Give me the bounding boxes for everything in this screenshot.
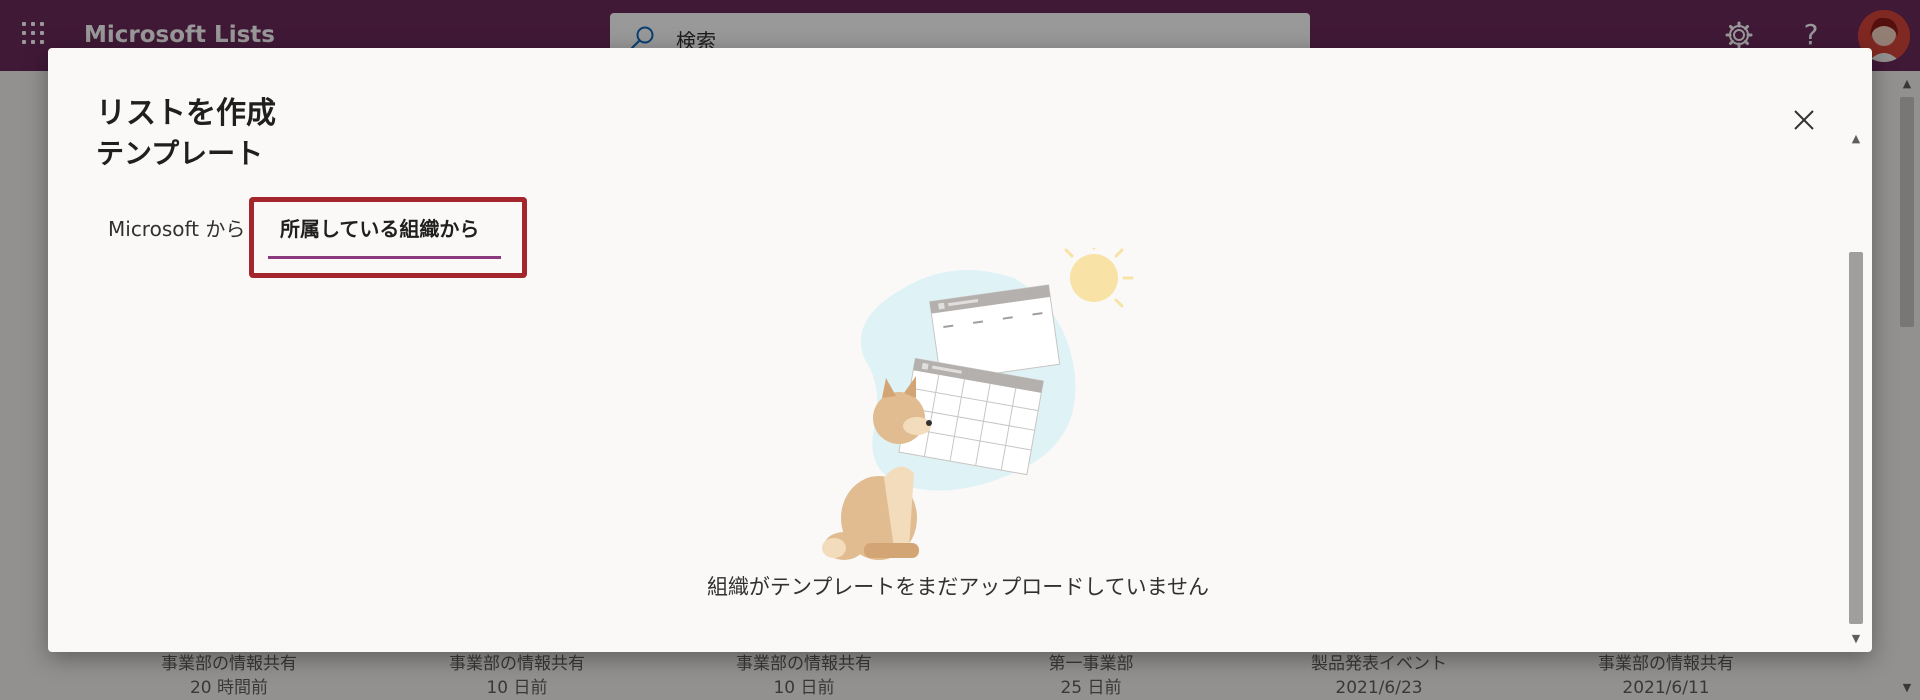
tab-from-microsoft[interactable]: Microsoft から	[108, 213, 245, 242]
empty-state-illustration	[822, 248, 1134, 560]
dialog-scrollbar-thumb[interactable]	[1849, 252, 1863, 624]
highlight-annotation	[249, 197, 527, 278]
dialog-subtitle: テンプレート	[96, 137, 264, 170]
dialog-title: リストを作成	[96, 96, 276, 131]
scroll-up-icon[interactable]: ▲	[1849, 132, 1863, 145]
dialog-scrollbar[interactable]: ▲ ▼	[1846, 132, 1866, 652]
create-list-dialog: リストを作成 テンプレート Microsoft から 所属している組織から 組織…	[48, 48, 1872, 652]
close-icon[interactable]	[1788, 104, 1820, 136]
empty-state-message: 組織がテンプレートをまだアップロードしていません	[706, 575, 1210, 599]
scroll-down-icon[interactable]: ▼	[1849, 632, 1863, 645]
